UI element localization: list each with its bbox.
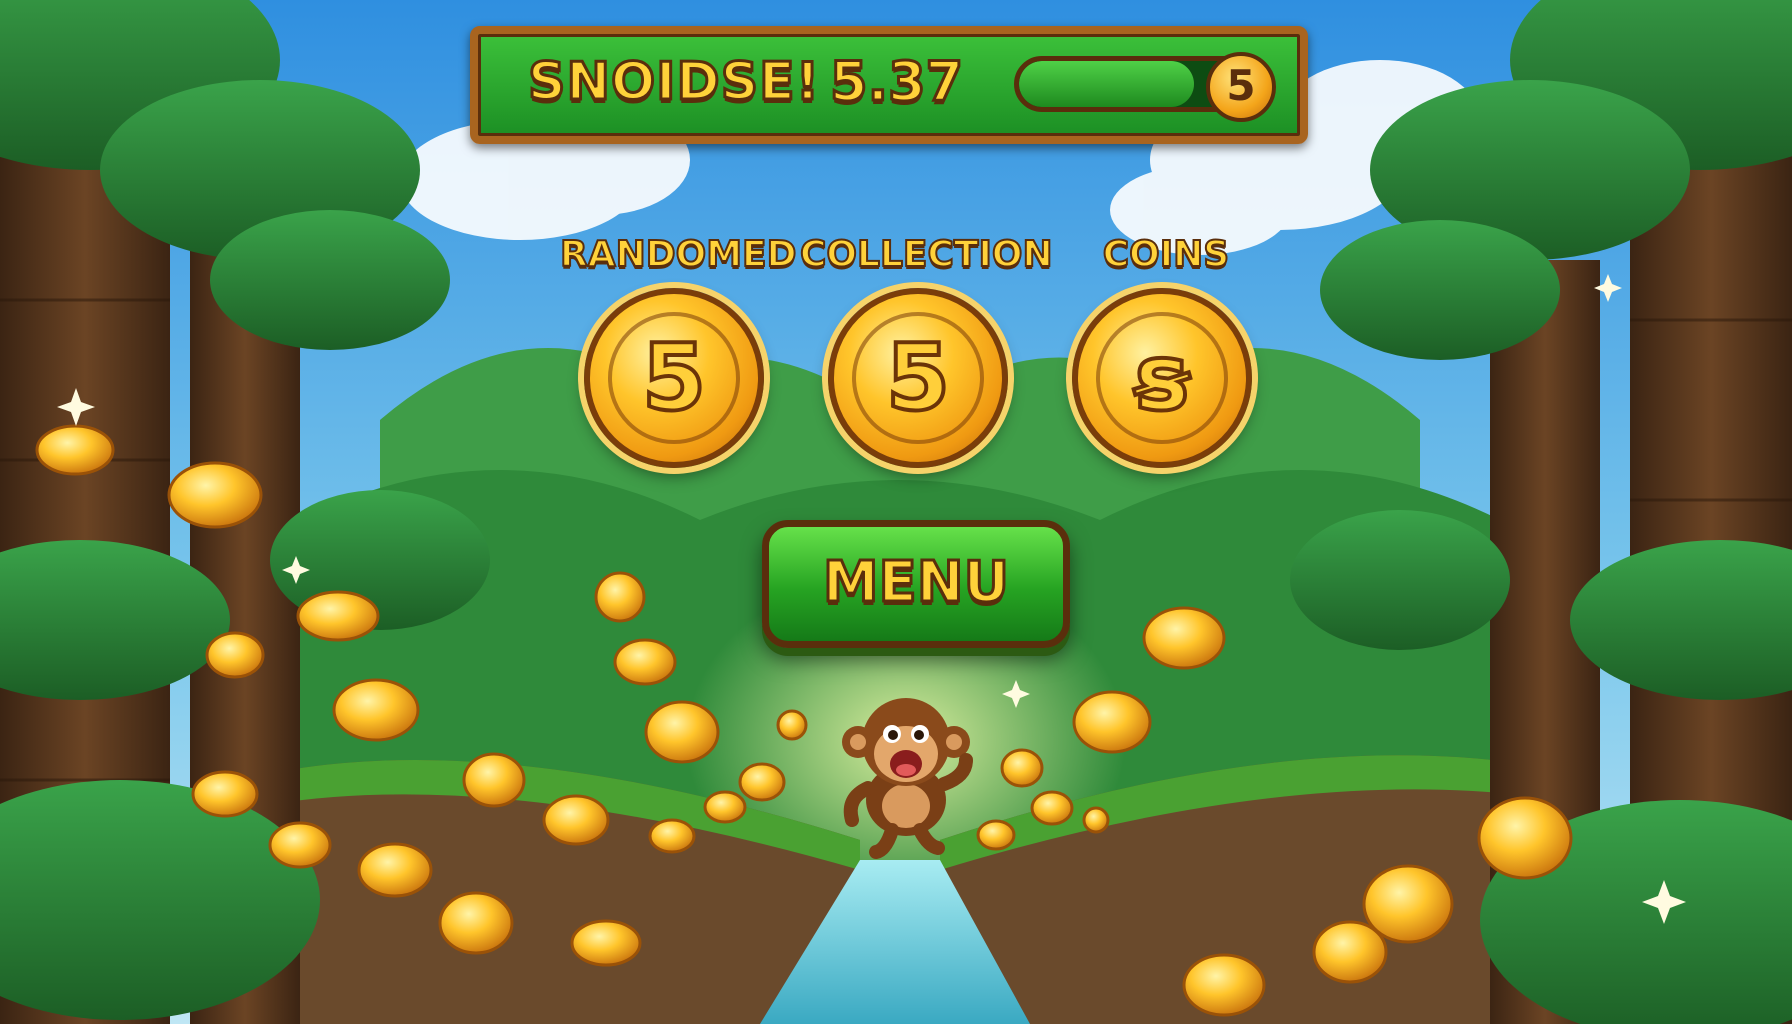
gold-coin-icon <box>1182 953 1266 1017</box>
gold-coin-icon <box>644 700 720 764</box>
gold-coin-icon <box>357 842 433 898</box>
jungle-background <box>0 0 1792 1024</box>
reward-label-coins: COINS <box>1102 233 1230 276</box>
gold-coin-icon <box>613 638 677 686</box>
banner-title: SNOIDSE! <box>527 51 821 114</box>
reward-coin-coins-icon[interactable]: ꞩ <box>1072 288 1252 468</box>
reward-coin-collection-icon[interactable]: 5 <box>828 288 1008 468</box>
gold-coin-icon <box>268 821 332 869</box>
gold-coin-icon <box>462 752 526 808</box>
progress-badge-coin-icon: 5 <box>1206 52 1276 122</box>
gold-coin-icon <box>703 790 747 824</box>
gold-coin-icon <box>35 424 115 476</box>
gold-coin-icon <box>1082 806 1110 834</box>
score-value: 5.37 <box>829 49 965 115</box>
gold-coin-icon <box>438 891 514 955</box>
gold-coin-icon <box>594 571 646 623</box>
gold-coin-icon <box>738 762 786 802</box>
progress-fill <box>1019 61 1194 107</box>
gold-coin-icon <box>1072 690 1152 754</box>
gold-coin-icon <box>191 770 259 818</box>
gold-coin-icon <box>542 794 610 846</box>
gold-coin-icon <box>648 818 696 854</box>
gold-coin-icon <box>205 631 265 679</box>
gold-coin-icon <box>332 678 420 742</box>
reward-label-collection: COLLECTION <box>799 233 1054 276</box>
gold-coin-icon <box>1142 606 1226 670</box>
menu-button[interactable]: MENU <box>762 520 1070 648</box>
monkey-icon <box>842 698 973 859</box>
gold-coin-icon <box>1030 790 1074 826</box>
gold-coin-icon <box>776 709 808 741</box>
gold-coin-icon <box>1000 748 1044 788</box>
reward-label-randomed: RANDOMED <box>559 233 798 276</box>
gold-coin-icon <box>1477 796 1573 880</box>
gold-coin-icon <box>296 590 380 642</box>
gold-coin-icon <box>570 919 642 967</box>
reward-coin-randomed-icon[interactable]: 5 <box>584 288 764 468</box>
gold-coin-icon <box>167 461 263 529</box>
gold-coin-icon <box>1312 920 1388 984</box>
